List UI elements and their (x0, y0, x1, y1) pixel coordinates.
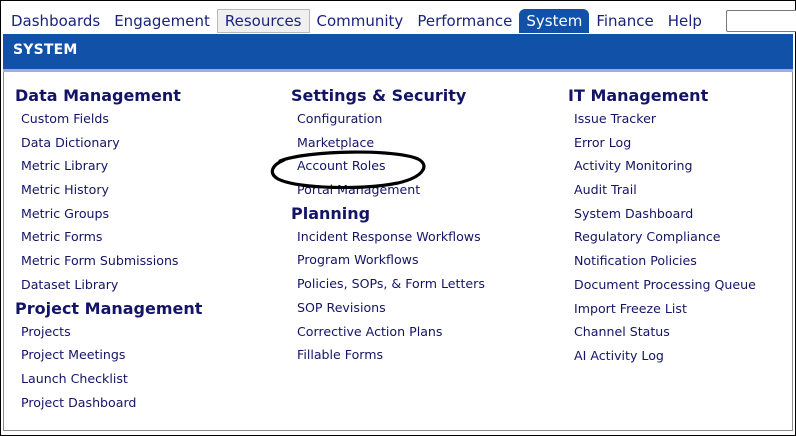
menu-link-metric-groups[interactable]: Metric Groups (15, 202, 202, 226)
menu-link-policies-sops-form-letters[interactable]: Policies, SOPs, & Form Letters (291, 272, 485, 296)
menu-link-incident-response-workflows[interactable]: Incident Response Workflows (291, 225, 485, 249)
menu-link-document-processing-queue[interactable]: Document Processing Queue (568, 273, 756, 297)
menu-link-channel-status[interactable]: Channel Status (568, 320, 756, 344)
tab-community[interactable]: Community (310, 9, 411, 33)
menu-link-data-dictionary[interactable]: Data Dictionary (15, 131, 202, 155)
menu-link-notification-policies[interactable]: Notification Policies (568, 249, 756, 273)
group-title-planning: Planning (291, 203, 371, 223)
menu-link-error-log[interactable]: Error Log (568, 131, 756, 155)
menu-link-metric-library[interactable]: Metric Library (15, 154, 202, 178)
menu-link-projects[interactable]: Projects (15, 320, 202, 344)
menu-link-issue-tracker[interactable]: Issue Tracker (568, 107, 756, 131)
menu-link-custom-fields[interactable]: Custom Fields (15, 107, 202, 131)
menu-link-ai-activity-log[interactable]: AI Activity Log (568, 344, 756, 368)
tab-finance[interactable]: Finance (589, 9, 660, 33)
search-input[interactable] (726, 10, 796, 32)
group-title-project-management: Project Management (15, 298, 203, 318)
tab-resources[interactable]: Resources (216, 9, 310, 33)
menu-link-project-dashboard[interactable]: Project Dashboard (15, 391, 202, 415)
menu-link-sop-revisions[interactable]: SOP Revisions (291, 296, 485, 320)
menu-link-dataset-library[interactable]: Dataset Library (15, 273, 202, 297)
tab-dashboards[interactable]: Dashboards (4, 9, 107, 33)
column-it-management: IT Management Issue Tracker Error Log Ac… (568, 84, 756, 368)
menu-link-metric-form-submissions[interactable]: Metric Form Submissions (15, 249, 202, 273)
section-title: SYSTEM (13, 42, 78, 58)
menu-link-import-freeze-list[interactable]: Import Freeze List (568, 297, 756, 321)
menu-link-portal-management[interactable]: Portal Management (291, 178, 485, 202)
menu-link-corrective-action-plans[interactable]: Corrective Action Plans (291, 320, 485, 344)
menu-link-program-workflows[interactable]: Program Workflows (291, 248, 485, 272)
group-title-data-management: Data Management (15, 86, 181, 105)
column-data-project: Data Management Custom Fields Data Dicti… (15, 84, 202, 414)
menu-link-launch-checklist[interactable]: Launch Checklist (15, 367, 202, 391)
menu-link-activity-monitoring[interactable]: Activity Monitoring (568, 154, 756, 178)
menu-link-audit-trail[interactable]: Audit Trail (568, 178, 756, 202)
menu-link-system-dashboard[interactable]: System Dashboard (568, 202, 756, 226)
column-settings-planning: Settings & Security Configuration Market… (291, 84, 485, 367)
menu-link-configuration[interactable]: Configuration (291, 107, 485, 131)
system-header-bar: SYSTEM (3, 34, 793, 72)
tab-system[interactable]: System (519, 9, 590, 33)
top-navigation: Dashboards Engagement Resources Communit… (4, 9, 709, 33)
menu-link-regulatory-compliance[interactable]: Regulatory Compliance (568, 225, 756, 249)
tab-engagement[interactable]: Engagement (107, 9, 217, 33)
menu-link-project-meetings[interactable]: Project Meetings (15, 343, 202, 367)
menu-link-marketplace[interactable]: Marketplace (291, 131, 485, 155)
menu-link-metric-history[interactable]: Metric History (15, 178, 202, 202)
group-title-settings-security: Settings & Security (291, 86, 467, 105)
menu-link-metric-forms[interactable]: Metric Forms (15, 225, 202, 249)
tab-help[interactable]: Help (661, 9, 709, 33)
menu-link-fillable-forms[interactable]: Fillable Forms (291, 343, 485, 367)
tab-performance[interactable]: Performance (410, 9, 519, 33)
group-title-it-management: IT Management (568, 86, 709, 105)
menu-link-account-roles[interactable]: Account Roles (291, 154, 485, 178)
